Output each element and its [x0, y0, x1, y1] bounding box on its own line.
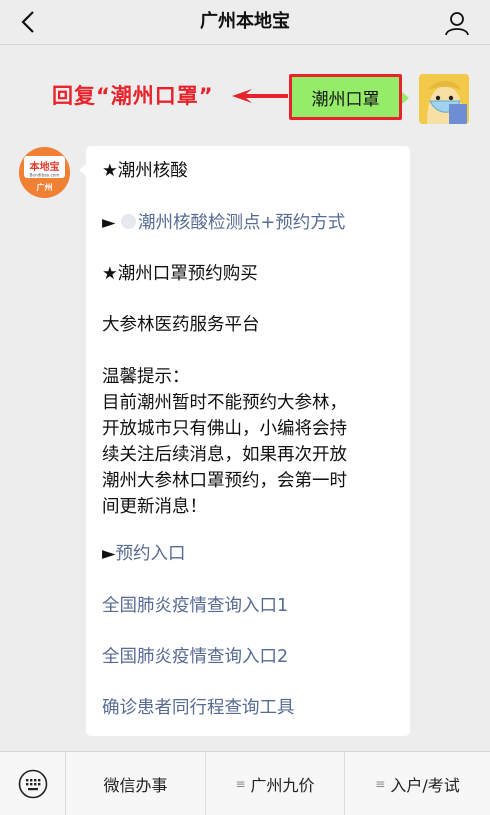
- tips-line: 间更新消息！: [102, 497, 207, 517]
- tips-line: 续关注后续消息，如果再次开放: [102, 445, 347, 465]
- link-epidemic-query-2[interactable]: 全国肺炎疫情查询入口2: [102, 644, 288, 670]
- tips-line: 开放城市只有佛山，小编将会持: [102, 419, 347, 439]
- bendibao-logo-icon: 本地宝 Bendibao.com 广州: [19, 147, 70, 198]
- menu-label: 入户/考试: [390, 775, 460, 795]
- tips-block: 温馨提示： 目前潮州暂时不能预约大参林， 开放城市只有佛山，小编将会持 续关注后…: [102, 364, 347, 520]
- keyboard-icon: [18, 769, 47, 798]
- bendibao-avatar[interactable]: 本地宝 Bendibao.com 广州: [19, 147, 70, 198]
- top-bar: 广州本地宝: [0, 0, 490, 45]
- incoming-message: ★潮州核酸 ► 潮州核酸检测点+预约方式 ★潮州口罩预约购买 大参林医药服务平台…: [86, 146, 410, 736]
- menu-hukou-exam[interactable]: ≡ 入户/考试: [345, 752, 490, 815]
- triangle-right-icon: ►: [102, 213, 116, 233]
- link-row-2: ►预约入口: [102, 541, 185, 567]
- tips-line: 温馨提示：: [102, 367, 190, 387]
- bottom-menu-bar: 微信办事 ≡ 广州九价 ≡ 入户/考试: [0, 751, 490, 815]
- outgoing-message[interactable]: 潮州口罩: [289, 74, 402, 120]
- chevron-left-icon: [21, 11, 34, 33]
- back-button[interactable]: [14, 8, 42, 36]
- menu-label: 微信办事: [103, 775, 168, 795]
- outgoing-message-text: 潮州口罩: [311, 89, 380, 110]
- menu-wechat-services[interactable]: 微信办事: [66, 752, 206, 815]
- triangle-right-icon: ►: [102, 544, 116, 564]
- link-booking-entry[interactable]: 预约入口: [115, 544, 185, 564]
- cartoon-avatar-icon: [419, 74, 469, 124]
- user-avatar[interactable]: [419, 74, 469, 124]
- submenu-icon: ≡: [375, 776, 386, 791]
- svg-text:广州: 广州: [37, 182, 53, 192]
- link-trip-query-tool[interactable]: 确诊患者同行程查询工具: [102, 695, 295, 721]
- link-epidemic-query-1[interactable]: 全国肺炎疫情查询入口1: [102, 593, 288, 619]
- profile-button[interactable]: [442, 8, 472, 38]
- outgoing-bubble-tail: [402, 92, 409, 104]
- tips-line: 潮州大参林口罩预约，会第一时: [102, 471, 347, 491]
- svg-text:本地宝: 本地宝: [30, 160, 60, 173]
- link-icon: [121, 214, 137, 229]
- message-line-heading-1: ★潮州核酸: [102, 161, 188, 181]
- tips-line: 目前潮州暂时不能预约大参林，: [102, 393, 347, 413]
- link-nucleic-test-points[interactable]: 潮州核酸检测点+预约方式: [138, 213, 345, 233]
- menu-label: 广州九价: [250, 775, 315, 795]
- keyboard-toggle-button[interactable]: [0, 752, 66, 815]
- reply-hint-annotation: 回复“潮州口罩”: [52, 84, 214, 108]
- message-line-heading-2: ★潮州口罩预约购买: [102, 264, 258, 284]
- person-icon: [445, 12, 469, 36]
- message-line-platform: 大参林医药服务平台: [102, 315, 260, 335]
- link-row-1: ► 潮州核酸检测点+预约方式: [102, 210, 345, 236]
- svg-text:Bendibao.com: Bendibao.com: [30, 173, 60, 178]
- page-title: 广州本地宝: [200, 11, 290, 32]
- arrow-left-icon: [232, 89, 288, 103]
- submenu-icon: ≡: [235, 776, 246, 791]
- menu-guangzhou-hpv9[interactable]: ≡ 广州九价: [206, 752, 345, 815]
